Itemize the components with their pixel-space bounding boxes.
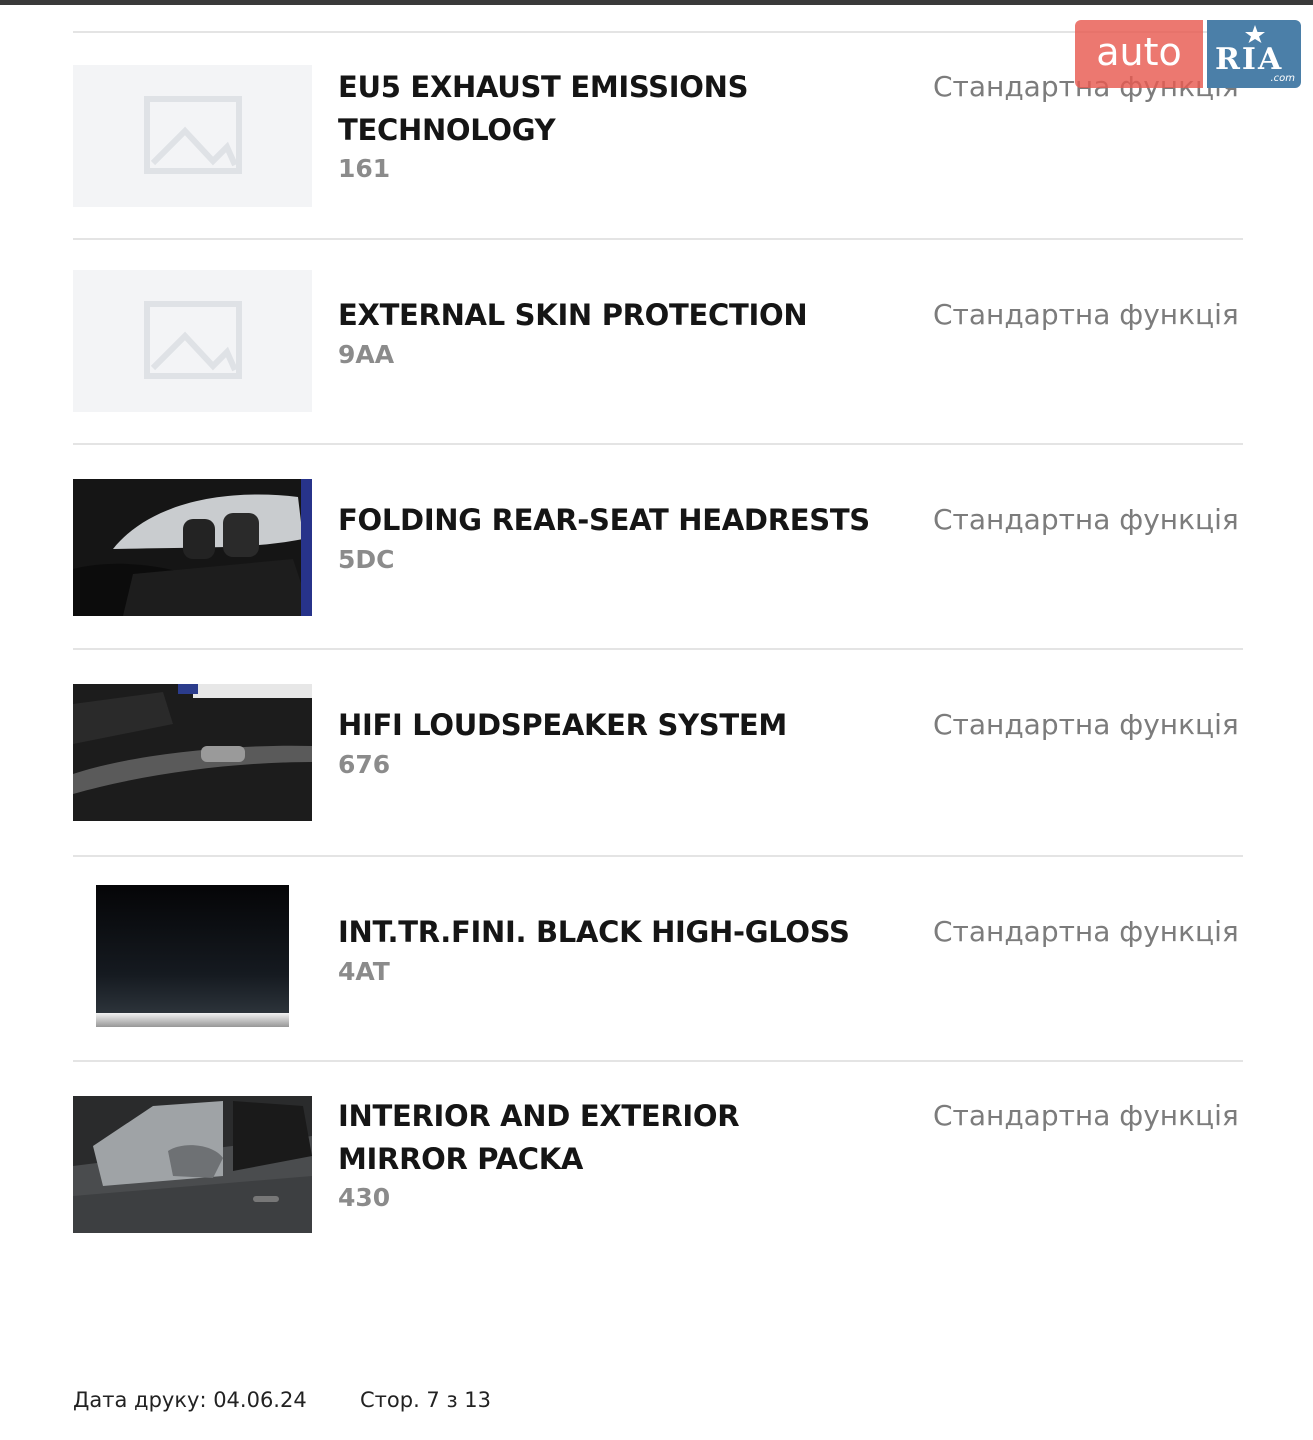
page-number: Стор. 7 з 13 — [360, 1388, 492, 1412]
option-title: INT.TR.FINI. BLACK HIGH-GLOSS — [338, 915, 850, 949]
logo-ria-badge: RIA .com — [1207, 20, 1301, 88]
row-divider — [73, 855, 1243, 857]
print-date: Дата друку: 04.06.24 — [73, 1388, 307, 1412]
option-title: HIFI LOUDSPEAKER SYSTEM — [338, 708, 787, 742]
rear-seat-headrests-photo — [73, 479, 312, 621]
option-status: Стандартна функція — [933, 708, 1239, 741]
option-code: 5DC — [338, 545, 395, 574]
option-title: INTERIOR AND EXTERIOR MIRROR PACKA — [338, 1099, 740, 1176]
logo-ria-text: RIA — [1215, 42, 1284, 77]
option-status: Стандартна функція — [933, 503, 1239, 536]
option-status: Стандартна функція — [933, 915, 1239, 948]
option-status: Стандартна функція — [933, 1099, 1239, 1132]
autoria-logo: auto RIA .com — [1075, 20, 1301, 88]
option-status: Стандартна функція — [933, 298, 1239, 331]
car-side-mirror-photo — [73, 1096, 312, 1238]
row-divider — [73, 238, 1243, 240]
option-code: 9AA — [338, 340, 395, 369]
option-code: 676 — [338, 750, 391, 779]
black-gloss-trim-swatch — [73, 885, 312, 1027]
row-divider — [73, 443, 1243, 445]
option-code: 430 — [338, 1183, 391, 1212]
door-panel-speaker-photo — [73, 684, 312, 826]
logo-auto-text: auto — [1075, 20, 1203, 88]
logo-com-text: .com — [1270, 73, 1295, 84]
option-title: FOLDING REAR-SEAT HEADRESTS — [338, 503, 870, 537]
row-divider — [73, 1060, 1243, 1062]
option-code: 4AT — [338, 957, 390, 986]
star-icon — [1245, 25, 1265, 43]
option-title: EXTERNAL SKIN PROTECTION — [338, 298, 808, 332]
row-divider — [73, 648, 1243, 650]
placeholder-image-icon — [73, 270, 312, 412]
